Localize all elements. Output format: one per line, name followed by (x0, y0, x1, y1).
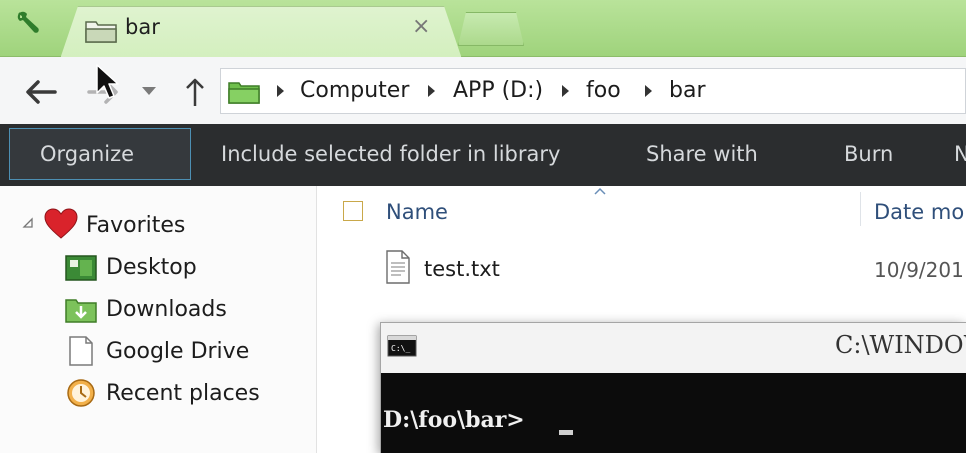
breadcrumb-computer[interactable]: Computer (300, 78, 409, 103)
folder-icon (228, 82, 260, 104)
breadcrumb-foo[interactable]: foo (586, 78, 621, 103)
mouse-pointer-icon (96, 64, 119, 99)
text-file-icon (386, 250, 410, 284)
console-title: C:\WINDOW (835, 331, 966, 359)
sidebar-item-recent-places[interactable]: Recent places (106, 381, 260, 406)
downloads-icon (65, 299, 97, 323)
select-all-checkbox[interactable] (343, 201, 363, 221)
sidebar-item-google-drive[interactable]: Google Drive (106, 339, 249, 364)
sidebar-item-desktop[interactable]: Desktop (106, 255, 197, 280)
column-divider[interactable] (860, 192, 861, 226)
sidebar-item-downloads[interactable]: Downloads (106, 297, 227, 322)
tab-bar[interactable] (60, 6, 462, 59)
svg-text:C:\_: C:\_ (391, 344, 410, 353)
tab-title: bar (125, 15, 160, 39)
tab-close-button[interactable]: × (412, 14, 430, 39)
include-in-library-button[interactable]: Include selected folder in library (221, 142, 560, 166)
recent-places-icon (67, 379, 95, 407)
up-arrow-icon[interactable] (183, 76, 207, 108)
burn-button[interactable]: Burn (844, 142, 893, 166)
breadcrumb-separator[interactable] (562, 85, 569, 97)
file-date-modified: 10/9/201 (874, 258, 964, 282)
breadcrumb-drive[interactable]: APP (D:) (453, 78, 543, 103)
document-icon (69, 336, 93, 366)
column-header-name[interactable]: Name (386, 200, 448, 224)
wrench-icon[interactable] (14, 8, 44, 38)
breadcrumb-separator[interactable] (277, 85, 284, 97)
console-icon: C:\_ (387, 335, 417, 357)
console-cursor (559, 430, 573, 435)
breadcrumb-separator[interactable] (428, 85, 435, 97)
desktop-icon (65, 255, 97, 281)
organize-label[interactable]: Organize (40, 142, 134, 166)
breadcrumb-bar[interactable]: bar (669, 78, 706, 103)
sort-ascending-icon (594, 187, 606, 195)
new-folder-button[interactable]: N (954, 142, 966, 166)
share-with-button[interactable]: Share with (646, 142, 758, 166)
folder-icon (85, 21, 117, 43)
breadcrumb-separator[interactable] (645, 85, 652, 97)
heart-icon (44, 208, 78, 239)
new-tab-button[interactable] (458, 12, 524, 46)
file-name-test-txt[interactable]: test.txt (424, 257, 500, 281)
expand-arrow-icon[interactable] (22, 217, 34, 229)
column-header-date-modified[interactable]: Date mo (874, 200, 964, 224)
sidebar-item-favorites[interactable]: Favorites (86, 213, 185, 238)
console-prompt: D:\foo\bar> (383, 407, 525, 433)
back-arrow-icon[interactable] (24, 77, 58, 107)
chevron-down-icon[interactable] (140, 84, 158, 98)
